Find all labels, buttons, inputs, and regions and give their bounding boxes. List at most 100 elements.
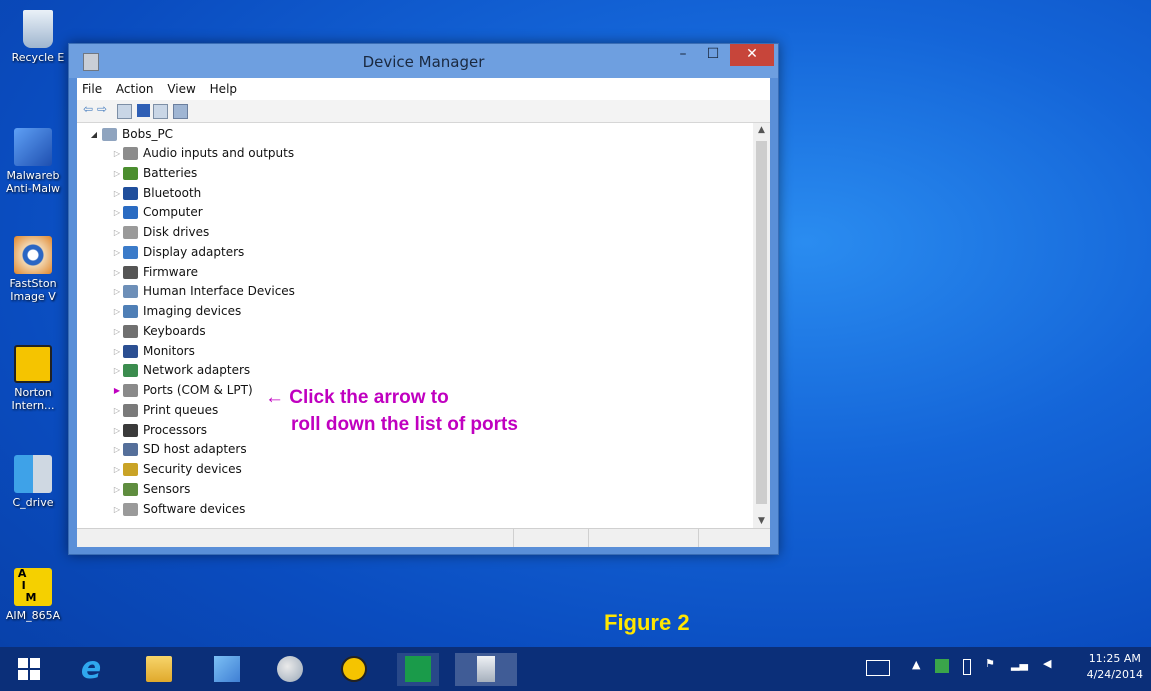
desktop-icon-label: Norton xyxy=(14,386,52,399)
tree-item-label: Human Interface Devices xyxy=(143,284,295,299)
minimize-button[interactable]: – xyxy=(668,44,698,66)
start-button[interactable] xyxy=(8,653,50,686)
c-drive-icon xyxy=(14,455,52,493)
expand-arrow-icon[interactable]: ▷ xyxy=(112,401,122,420)
details-icon[interactable] xyxy=(153,104,168,119)
clock[interactable]: 11:25 AM 4/24/2014 xyxy=(1087,651,1143,683)
keyboard-icon[interactable] xyxy=(866,660,890,676)
malwarebytes-icon xyxy=(14,128,52,166)
expand-arrow-icon[interactable]: ▷ xyxy=(112,322,122,341)
tree-item-label: Imaging devices xyxy=(143,304,242,318)
recycle-bin-icon xyxy=(23,10,53,48)
back-icon[interactable]: ⇦ xyxy=(83,102,96,116)
expand-arrow-icon[interactable]: ▷ xyxy=(112,421,122,440)
menu-bar: File Action View Help xyxy=(77,78,770,100)
maximize-button[interactable]: ☐ xyxy=(698,44,728,66)
scrollbar-thumb[interactable] xyxy=(756,141,767,504)
tree-item-label: Audio inputs and outputs xyxy=(143,146,295,160)
tree-item-label: Computer xyxy=(143,205,203,220)
desktop-icon-recycle-bin[interactable]: Recycle E xyxy=(8,10,68,64)
desktop-icon-malwarebytes[interactable]: Malwareb Anti-Malw xyxy=(3,128,63,195)
device-manager-taskbar-button[interactable] xyxy=(455,653,517,686)
close-button[interactable]: ✕ xyxy=(730,44,774,66)
expand-arrow-icon[interactable]: ▷ xyxy=(112,223,122,242)
desktop-icon-label: Intern... xyxy=(11,399,55,412)
action-center-flag-icon[interactable]: ⚑ xyxy=(985,657,995,670)
expand-arrow-icon[interactable]: ▷ xyxy=(112,203,122,222)
scroll-up-icon[interactable]: ▲ xyxy=(753,125,770,135)
folder-icon xyxy=(146,656,172,682)
tree-root-label: Bobs_PC xyxy=(122,127,174,141)
expand-arrow-icon[interactable]: ▷ xyxy=(112,184,122,203)
tree-item-label: SD host adapters xyxy=(143,442,247,457)
expand-arrow-icon[interactable]: ▷ xyxy=(112,263,122,282)
expand-arrow-icon[interactable]: ▷ xyxy=(112,500,122,519)
desktop-icon-c-drive[interactable]: C_drive xyxy=(3,455,63,509)
battery-tray-icon[interactable] xyxy=(963,659,971,675)
sd-adapter-icon xyxy=(123,443,138,457)
taskbar: e ▲ ⚑ ▂▄ ◀ 11:25 AM 4/24/2014 xyxy=(0,647,1151,691)
device-manager-taskbar-icon xyxy=(477,656,495,682)
menu-view[interactable]: View xyxy=(162,78,200,96)
properties-icon[interactable] xyxy=(117,104,132,119)
satellite-dish-icon xyxy=(277,656,303,682)
scroll-down-icon[interactable]: ▼ xyxy=(753,516,770,526)
device-tree: ◢ Bobs_PC ▲ ▼ ▷ Audio inputs and outputs ▷… xyxy=(77,123,770,528)
network-signal-icon[interactable]: ▂▄ xyxy=(1011,658,1028,671)
store-button[interactable] xyxy=(397,653,439,686)
hid-icon xyxy=(123,285,138,299)
help-icon[interactable] xyxy=(137,104,150,117)
expand-arrow-icon[interactable]: ▷ xyxy=(112,480,122,499)
desktop-icon-faststone[interactable]: FastSton Image V xyxy=(3,236,63,303)
expand-arrow-icon[interactable]: ▷ xyxy=(112,342,122,361)
tree-item-label: Security devices xyxy=(143,462,242,476)
expand-arrow-icon[interactable]: ▷ xyxy=(112,361,122,380)
internet-explorer-button[interactable]: e xyxy=(70,653,112,686)
internet-explorer-icon: e xyxy=(80,651,102,686)
desktop-icon-label: Malwareb xyxy=(6,169,60,182)
scan-hardware-icon[interactable] xyxy=(173,104,188,119)
sensor-icon xyxy=(123,482,138,496)
status-bar xyxy=(77,528,770,547)
display-adapter-icon xyxy=(123,245,138,259)
menu-help[interactable]: Help xyxy=(205,78,242,96)
menu-action[interactable]: Action xyxy=(111,78,159,96)
speaker-icon xyxy=(123,147,138,160)
bluetooth-icon xyxy=(123,186,138,200)
control-panel-button[interactable] xyxy=(206,653,248,686)
title-bar[interactable]: Device Manager – ☐ ✕ xyxy=(69,44,778,78)
expand-arrow-icon[interactable]: ▷ xyxy=(112,144,122,163)
desktop-icon-norton[interactable]: Norton Intern... xyxy=(3,345,63,412)
show-hidden-icons-icon[interactable]: ▲ xyxy=(912,658,920,671)
annotation-line-2: roll down the list of ports xyxy=(291,414,518,435)
firmware-icon xyxy=(123,265,138,279)
battery-icon xyxy=(123,166,138,180)
file-explorer-button[interactable] xyxy=(138,653,180,686)
toolbar: ⇦ ⇨ xyxy=(77,100,770,123)
desktop-icon-label: Image V xyxy=(10,290,56,303)
imaging-icon xyxy=(123,305,138,318)
collapse-arrow-icon[interactable]: ◢ xyxy=(89,125,99,144)
tree-item-label: Software devices xyxy=(143,501,246,516)
keyboard-icon xyxy=(123,324,138,338)
menu-file[interactable]: File xyxy=(77,78,107,96)
expand-arrow-icon[interactable]: ▷ xyxy=(112,243,122,262)
expand-arrow-icon[interactable]: ▷ xyxy=(112,302,122,321)
desktop-icon-aim[interactable]: A I M AIM_865A xyxy=(3,568,63,623)
app-button[interactable] xyxy=(269,653,311,686)
forward-icon[interactable]: ⇨ xyxy=(97,102,110,116)
vertical-scrollbar[interactable]: ▲ ▼ xyxy=(753,123,770,528)
software-device-icon xyxy=(123,502,138,516)
expand-arrow-icon[interactable]: ▷ xyxy=(112,282,122,301)
tray-app-icon[interactable] xyxy=(935,659,949,673)
expand-arrow-icon[interactable]: ▷ xyxy=(112,164,122,183)
tree-item-label: Display adapters xyxy=(143,244,245,259)
tree-item-label: Bluetooth xyxy=(143,185,202,200)
expand-arrow-icon[interactable]: ▷ xyxy=(112,440,122,459)
norton-taskbar-button[interactable] xyxy=(333,653,375,686)
aim-icon: A I M xyxy=(14,568,52,606)
norton-taskbar-icon xyxy=(341,656,367,682)
expand-arrow-icon[interactable]: ▶ xyxy=(112,381,122,400)
expand-arrow-icon[interactable]: ▷ xyxy=(112,460,122,479)
volume-icon[interactable]: ◀ xyxy=(1043,657,1051,670)
